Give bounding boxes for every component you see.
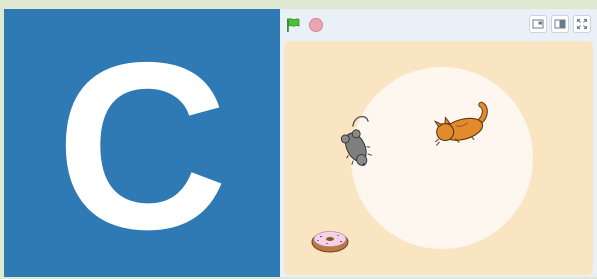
small-stage-button[interactable]	[529, 15, 547, 33]
normal-stage-icon	[554, 19, 566, 29]
big-letter: C	[56, 14, 228, 279]
green-flag-button[interactable]	[284, 16, 302, 34]
fullscreen-button[interactable]	[573, 15, 591, 33]
fullscreen-icon	[576, 18, 588, 30]
stage-scene	[311, 67, 533, 253]
letter-card: C	[4, 9, 280, 277]
stage-toolbar	[280, 9, 597, 41]
stage-window	[280, 9, 597, 277]
donut-sprite	[311, 231, 349, 253]
small-stage-icon	[532, 19, 544, 29]
stop-button[interactable]	[307, 16, 325, 34]
arena-circle	[351, 67, 533, 249]
stop-icon	[308, 17, 324, 33]
green-flag-icon	[287, 18, 300, 32]
stage-canvas[interactable]	[284, 41, 593, 275]
normal-stage-button[interactable]	[551, 15, 569, 33]
